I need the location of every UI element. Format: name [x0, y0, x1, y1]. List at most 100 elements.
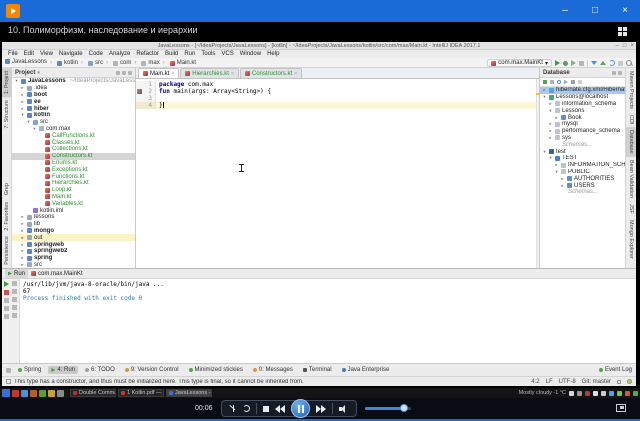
expand-arrow-icon[interactable]: ▸	[20, 92, 25, 98]
sync-icon[interactable]	[557, 80, 561, 84]
editor-tab[interactable]: Main.kt ×	[138, 68, 179, 78]
menu-item[interactable]: View	[37, 51, 56, 57]
maximize-button[interactable]: □	[580, 0, 610, 22]
tool-button[interactable]: Bean Validation	[626, 157, 636, 201]
menu-item[interactable]: Tools	[198, 51, 218, 57]
database-tree-item[interactable]: ▸ AUTHORITIES	[540, 175, 625, 182]
run-config-dropdown[interactable]: com.max.MainKt ▾	[487, 59, 552, 67]
database-tree-item[interactable]: Schemas...	[540, 189, 625, 196]
project-tree-item[interactable]: ▸ lib	[12, 221, 135, 228]
toolwindow-button[interactable]: Spring	[15, 366, 44, 374]
breadcrumb-item[interactable]: Main.kt	[160, 60, 196, 66]
expand-arrow-icon[interactable]: ▾	[542, 149, 547, 155]
project-tree-item[interactable]: ▾ JavaLessons ~/IdeaProjects/JavaLessons	[12, 78, 135, 85]
toolwindow-button[interactable]: 0: Messages	[250, 366, 296, 374]
tray-icon[interactable]	[585, 391, 590, 396]
database-tree-item[interactable]: ▾ PUBLIC	[540, 169, 625, 176]
stop-process-button[interactable]	[4, 290, 9, 295]
vcs-commit-icon[interactable]	[600, 61, 606, 65]
pin-icon[interactable]	[4, 306, 9, 311]
close-console-icon[interactable]	[4, 314, 9, 319]
editor-area[interactable]: Main.kt × Hierarchies.kt × Constructors.…	[136, 68, 539, 268]
menu-item[interactable]: Run	[181, 51, 198, 57]
tray-icon[interactable]	[609, 391, 614, 396]
tool-button[interactable]: CDI	[626, 112, 636, 127]
project-tree-item[interactable]: Collections.kt	[12, 146, 135, 153]
menu-item[interactable]: Refactor	[133, 51, 162, 57]
revert-icon[interactable]	[609, 60, 615, 66]
ide-close-button[interactable]: ×	[630, 42, 634, 50]
tool-button[interactable]: 2: Favorites	[2, 199, 12, 234]
fast-forward-button[interactable]	[316, 405, 326, 413]
expand-arrow-icon[interactable]: ▸	[548, 135, 553, 141]
start-menu-button[interactable]	[2, 389, 10, 397]
gear-icon[interactable]	[122, 71, 126, 75]
taskbar-window-button[interactable]: 1 Kotlin.pdf — Kot...	[118, 389, 164, 397]
database-tree-item[interactable]: ▾ TEST	[540, 155, 625, 162]
expand-arrow-icon[interactable]: ▾	[548, 155, 553, 161]
project-tree-item[interactable]: ▸ hiber	[12, 105, 135, 112]
expand-arrow-icon[interactable]: ▸	[20, 242, 25, 248]
volume-track[interactable]	[365, 407, 411, 410]
error-stripe[interactable]	[536, 79, 539, 268]
launcher-icon[interactable]	[39, 390, 46, 397]
restore-layout-icon[interactable]	[4, 298, 9, 303]
database-tree-item[interactable]: ▸ mysql	[540, 121, 625, 128]
expand-arrow-icon[interactable]: ▾	[542, 94, 547, 100]
editor-line[interactable]: 1package com.max	[136, 81, 536, 88]
project-tree-item[interactable]: ▸ spring	[12, 255, 135, 262]
tray-icon[interactable]	[593, 391, 598, 396]
menu-item[interactable]: Analyze	[106, 51, 133, 57]
chevron-down-icon[interactable]: ▾	[37, 70, 40, 76]
tool-button[interactable]: Mongo Explorer	[626, 217, 636, 262]
toolwindow-button[interactable]: Terminal	[300, 366, 335, 374]
project-tree-item[interactable]: Classes.kt	[12, 139, 135, 146]
stop-playback-button[interactable]	[263, 406, 269, 412]
run-console-output[interactable]: /usr/lib/jvm/java-8-oracle/bin/java ...6…	[20, 279, 636, 363]
database-tree-item[interactable]: ▾ Lessons	[540, 107, 625, 114]
tool-button[interactable]: JSF	[626, 201, 636, 217]
menu-item[interactable]: Build	[162, 51, 181, 57]
expand-arrow-icon[interactable]: ▾	[548, 108, 553, 114]
project-tree-item[interactable]: Hierarchies.kt	[12, 180, 135, 187]
toolwindow-button[interactable]: 6: TODO	[82, 366, 118, 374]
line-ending[interactable]: LF	[546, 379, 553, 385]
editor-tab[interactable]: Hierarchies.kt ×	[180, 68, 239, 78]
project-tree-item[interactable]: Variables.kt	[12, 200, 135, 207]
expand-arrow-icon[interactable]: ▸	[20, 106, 25, 112]
debug-button[interactable]	[563, 61, 568, 66]
database-tree-item[interactable]: ▸ USERS	[540, 182, 625, 189]
tool-button[interactable]: Persistence	[2, 233, 12, 268]
menu-item[interactable]: Navigate	[56, 51, 86, 57]
expand-arrow-icon[interactable]: ▸	[20, 262, 25, 268]
project-tree-item[interactable]: ▸ mongo	[12, 228, 135, 235]
close-tab-icon[interactable]: ×	[231, 71, 234, 77]
launcher-icon[interactable]	[57, 390, 64, 397]
database-tree-item[interactable]: ▸ performance_schema	[540, 128, 625, 135]
database-tree-item[interactable]: ▸ sys	[540, 135, 625, 142]
project-tree-item[interactable]: Functions.kt	[12, 173, 135, 180]
scroll-end-icon[interactable]	[12, 305, 17, 310]
expand-arrow-icon[interactable]: ▸	[548, 101, 553, 107]
breadcrumb-item[interactable]: JavaLessons	[5, 59, 47, 65]
project-tree-item[interactable]: Constructors.kt	[12, 153, 135, 160]
expand-arrow-icon[interactable]: ▸	[560, 183, 565, 189]
down-stack-icon[interactable]	[12, 289, 17, 294]
editor-line[interactable]: 3	[136, 95, 536, 102]
expand-arrow-icon[interactable]: ▸	[20, 221, 25, 227]
database-tree-item[interactable]: Schemas...	[540, 141, 625, 148]
database-tree-item[interactable]: ▸ Book	[540, 114, 625, 121]
project-tree-item[interactable]: CallFunctions.kt	[12, 132, 135, 139]
taskbar-window-button[interactable]: JavaLessons - [~/I...	[166, 389, 212, 397]
run-button[interactable]	[555, 60, 560, 66]
toolwindow-button[interactable]: 9: Version Control	[122, 366, 182, 374]
expand-arrow-icon[interactable]: ▸	[554, 115, 559, 121]
more-icon[interactable]	[578, 80, 582, 84]
tool-button[interactable]: Database	[626, 127, 636, 157]
menu-item[interactable]: File	[5, 51, 21, 57]
database-tree-item[interactable]: ▸ INFORMATION_SCHEMA	[540, 162, 625, 169]
expand-arrow-icon[interactable]: ▾	[554, 169, 559, 175]
video-area[interactable]: 10. Полиморфизм, наследование и иерархии…	[0, 22, 640, 421]
lock-icon[interactable]	[617, 380, 621, 384]
expand-arrow-icon[interactable]: ▸	[560, 176, 565, 182]
